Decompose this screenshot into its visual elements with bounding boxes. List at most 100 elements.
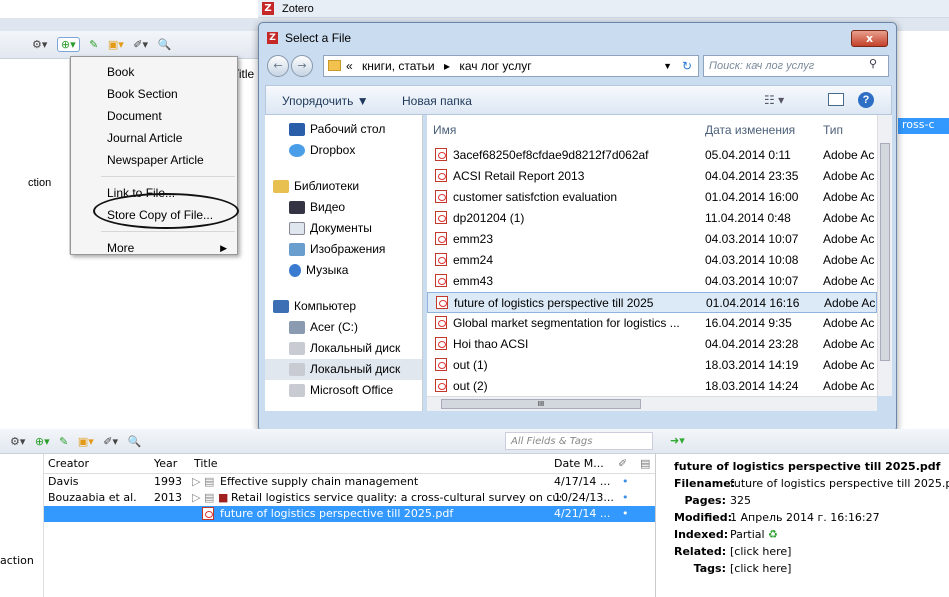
- column-year[interactable]: Year: [154, 454, 177, 474]
- dropdown-arrow-icon[interactable]: ▼: [663, 56, 672, 76]
- dropbox-icon: [289, 144, 305, 158]
- attachment-dot-icon[interactable]: •: [622, 474, 629, 490]
- navigation-pane: Рабочий стол Dropbox Библиотеки Видео До…: [265, 115, 423, 411]
- advanced-search-icon[interactable]: 🔍: [128, 435, 142, 448]
- nav-computer[interactable]: Компьютер: [265, 296, 422, 317]
- nav-local-disk-1[interactable]: Локальный диск: [265, 338, 422, 359]
- horizontal-scrollbar[interactable]: III: [427, 396, 877, 411]
- view-options-icon[interactable]: ☷ ▾: [764, 93, 784, 107]
- file-row[interactable]: 3acef68250ef8cfdae9d8212f7d062af 05.04.20…: [427, 145, 877, 166]
- new-folder-button[interactable]: Новая папка: [402, 94, 472, 108]
- nav-images[interactable]: Изображения: [265, 239, 422, 260]
- file-row[interactable]: customer satisfction evaluation 01.04.201…: [427, 187, 877, 208]
- reindex-icon[interactable]: ♻: [768, 528, 778, 541]
- file-name: emm43: [453, 274, 494, 288]
- nav-documents[interactable]: Документы: [265, 218, 422, 239]
- column-date[interactable]: Дата изменения: [705, 115, 795, 145]
- address-bar[interactable]: « книги, статьи ▸ кач лог услуг ▼ ↻: [323, 55, 699, 77]
- expand-arrow-icon[interactable]: ▷ ▤: [192, 474, 214, 490]
- nav-libraries[interactable]: Библиотеки: [265, 176, 422, 197]
- menu-item-newspaper-article[interactable]: Newspaper Article: [71, 149, 237, 171]
- info-value[interactable]: [click here]: [730, 562, 791, 575]
- help-icon[interactable]: ?: [858, 92, 874, 108]
- new-item-icon[interactable]: ⊕▾: [35, 435, 50, 448]
- menu-item-document[interactable]: Document: [71, 105, 237, 127]
- nav-local-disk-2[interactable]: Локальный диск: [265, 359, 422, 380]
- file-row[interactable]: emm43 04.03.2014 10:07 Adobe Ac: [427, 271, 877, 292]
- refresh-icon[interactable]: ↻: [682, 56, 692, 76]
- expand-arrow-icon[interactable]: ▷ ▤: [192, 490, 214, 506]
- column-date-modified[interactable]: Date M...: [554, 454, 604, 474]
- file-name: ACSI Retail Report 2013: [453, 169, 585, 183]
- file-row[interactable]: future of logistics perspective till 202…: [427, 292, 877, 313]
- attachment-icon[interactable]: ✐▾: [133, 38, 148, 51]
- column-title[interactable]: Title: [194, 454, 218, 474]
- info-value[interactable]: future of logistics perspective till 202…: [730, 477, 949, 490]
- organize-button[interactable]: Упорядочить ▼: [282, 94, 369, 108]
- nav-dropbox[interactable]: Dropbox: [265, 140, 422, 161]
- add-by-identifier-icon[interactable]: ✎: [89, 38, 98, 51]
- file-row[interactable]: out (1) 18.03.2014 14:19 Adobe Ac: [427, 355, 877, 376]
- menu-item-more[interactable]: More ▶: [71, 237, 237, 259]
- scrollbar-thumb[interactable]: III: [441, 399, 641, 409]
- upper-section-label: ction: [28, 177, 52, 189]
- gear-icon[interactable]: ⚙▾: [32, 38, 47, 51]
- nav-video[interactable]: Видео: [265, 197, 422, 218]
- file-row[interactable]: out (2) 18.03.2014 14:24 Adobe Ac: [427, 376, 877, 397]
- column-creator[interactable]: Creator: [48, 454, 89, 474]
- item-title: future of logistics perspective till 202…: [220, 507, 454, 520]
- file-date: 11.04.2014 0:48: [705, 211, 791, 225]
- menu-item-book[interactable]: Book: [71, 61, 237, 83]
- path-folder-books[interactable]: книги, статьи: [362, 59, 435, 73]
- file-row[interactable]: ACSI Retail Report 2013 04.04.2014 23:35 A…: [427, 166, 877, 187]
- attachment-column-icon[interactable]: ✐: [618, 454, 627, 474]
- path-folder-current[interactable]: кач лог услуг: [459, 59, 531, 73]
- scrollbar-thumb[interactable]: [880, 143, 890, 361]
- item-row[interactable]: Bouzaabia et al. 2013 ▷ ▤ ■ Retail logistics…: [44, 490, 655, 506]
- close-button[interactable]: x: [851, 30, 888, 47]
- preview-pane-icon[interactable]: [828, 93, 844, 106]
- new-note-icon[interactable]: ▣▾: [108, 38, 124, 51]
- search-input[interactable]: All Fields & Tags: [505, 432, 653, 450]
- go-arrow-icon[interactable]: ➜▾: [670, 434, 685, 447]
- info-pane-header: ➜▾: [655, 429, 949, 454]
- menu-item-journal-article[interactable]: Journal Article: [71, 127, 237, 149]
- item-row[interactable]: future of logistics perspective till 202…: [44, 506, 655, 522]
- new-item-button[interactable]: ⊕▾: [56, 37, 80, 52]
- attachment-icon[interactable]: ✐▾: [103, 435, 118, 448]
- vertical-scrollbar[interactable]: [877, 115, 892, 396]
- folder-search-input[interactable]: Поиск: кач лог услуг: [703, 55, 889, 77]
- images-icon: [289, 243, 305, 257]
- nav-office[interactable]: Microsoft Office: [265, 380, 422, 401]
- info-label: Pages:: [684, 494, 726, 507]
- advanced-search-icon[interactable]: 🔍: [158, 38, 172, 51]
- attachment-dot-icon[interactable]: •: [622, 506, 629, 522]
- info-value[interactable]: [click here]: [730, 545, 791, 558]
- documents-icon: [289, 222, 305, 236]
- forward-arrow-icon[interactable]: →: [291, 55, 313, 77]
- new-note-icon[interactable]: ▣▾: [78, 435, 94, 448]
- notes-column-icon[interactable]: ▤: [640, 454, 650, 474]
- file-date: 05.04.2014 0:11: [705, 148, 791, 162]
- add-by-identifier-icon[interactable]: ✎: [59, 435, 68, 448]
- nav-acer[interactable]: Acer (C:): [265, 317, 422, 338]
- attachment-dot-icon[interactable]: •: [622, 490, 629, 506]
- menu-item-book-section[interactable]: Book Section: [71, 83, 237, 105]
- column-name[interactable]: Имя: [433, 115, 456, 145]
- item-row[interactable]: Davis 1993 ▷ ▤ Effective supply chain manag…: [44, 474, 655, 490]
- nav-music[interactable]: Музыка: [265, 260, 422, 281]
- gear-icon[interactable]: ⚙▾: [10, 435, 25, 448]
- file-row[interactable]: emm23 04.03.2014 10:07 Adobe Ac: [427, 229, 877, 250]
- file-row[interactable]: Hoi thao ACSI 04.04.2014 23:28 Adobe Ac: [427, 334, 877, 355]
- nav-desktop[interactable]: Рабочий стол: [265, 119, 422, 140]
- file-row[interactable]: Global market segmentation for logistics…: [427, 313, 877, 334]
- lower-collections-pane: action: [0, 454, 44, 597]
- file-date: 04.03.2014 10:07: [705, 232, 799, 246]
- nav-label: Microsoft Office: [310, 383, 394, 397]
- file-row[interactable]: emm24 04.03.2014 10:08 Adobe Ac: [427, 250, 877, 271]
- file-row[interactable]: dp201204 (1) 11.04.2014 0:48 Adobe Ac: [427, 208, 877, 229]
- file-name: Hoi thao ACSI: [453, 337, 529, 351]
- search-icon[interactable]: ⚲: [869, 57, 877, 70]
- column-type[interactable]: Тип: [823, 115, 843, 145]
- back-arrow-icon[interactable]: ←: [267, 55, 289, 77]
